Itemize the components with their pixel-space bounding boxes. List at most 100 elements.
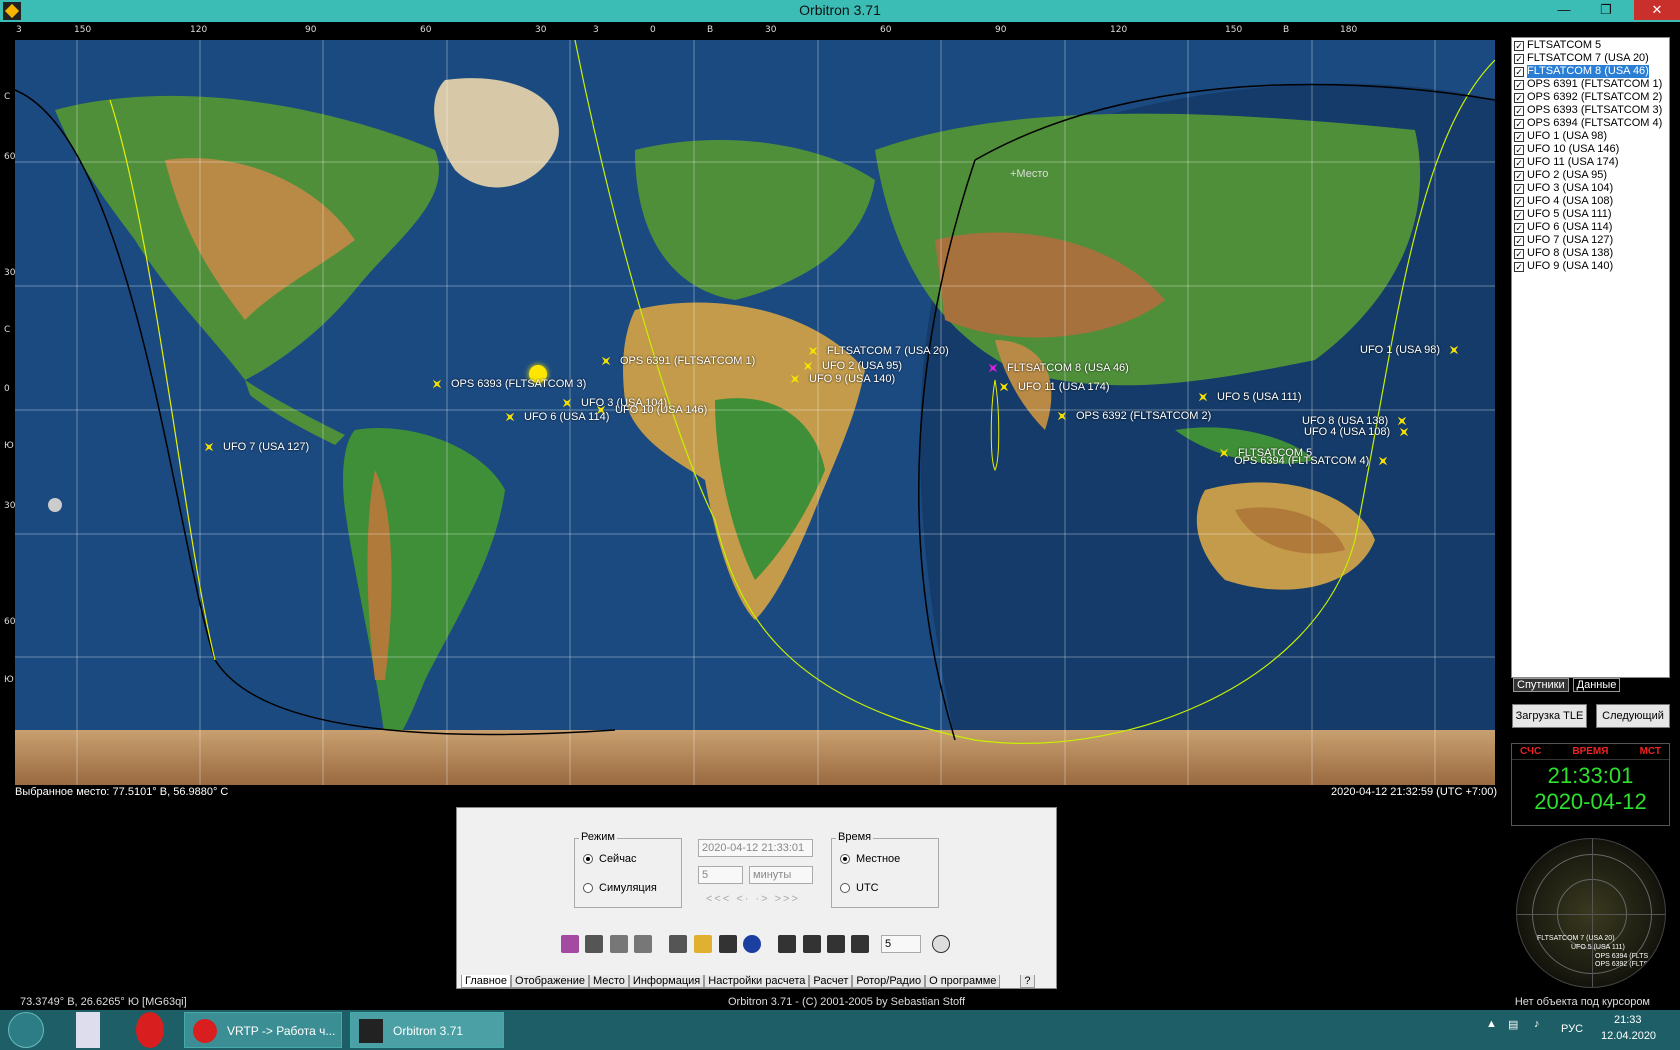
taskbar-app-orbitron[interactable]: Orbitron 3.71 (350, 1012, 504, 1048)
satellite-marker[interactable]: UFO 1 (USA 98) (1360, 344, 1468, 356)
satellite-list-item[interactable]: ✓ UFO 11 (USA 174) (1514, 156, 1667, 169)
save-icon[interactable] (719, 935, 737, 953)
checkbox[interactable]: ✓ (1514, 235, 1524, 246)
checkbox[interactable]: ✓ (1514, 92, 1524, 103)
main-tab[interactable]: Главное (461, 975, 512, 988)
checkbox[interactable]: ✓ (1514, 222, 1524, 233)
expand-icon[interactable] (851, 935, 869, 953)
dst-label[interactable]: СЧС (1520, 746, 1541, 757)
checkbox[interactable]: ✓ (1514, 209, 1524, 220)
camera-icon[interactable] (585, 935, 603, 953)
checkbox[interactable]: ✓ (1514, 53, 1524, 64)
satellite-list-item[interactable]: ✓ OPS 6393 (FLTSATCOM 3) (1514, 104, 1667, 117)
time-nav-buttons[interactable]: <<< <· ·> >>> (706, 893, 800, 905)
satellite-list-item[interactable]: ✓ UFO 4 (USA 108) (1514, 195, 1667, 208)
mst-label[interactable]: МСТ (1640, 746, 1661, 757)
book-icon[interactable] (561, 935, 579, 953)
time-local-radio[interactable]: Местное (840, 853, 900, 865)
place-marker[interactable]: +Место (1010, 168, 1048, 180)
satellite-marker[interactable]: UFO 10 (USA 146) (595, 404, 707, 416)
minimize-window-icon[interactable] (610, 935, 628, 953)
satellite-list-item[interactable]: ✓ FLTSATCOM 8 (USA 46) (1514, 65, 1667, 78)
satellite-marker[interactable]: OPS 6392 (FLTSATCOM 2) (1056, 410, 1211, 422)
satellite-marker[interactable]: UFO 2 (USA 95) (802, 360, 902, 372)
checkbox[interactable]: ✓ (1514, 183, 1524, 194)
satellite-list-item[interactable]: ✓ UFO 10 (USA 146) (1514, 143, 1667, 156)
checkbox[interactable]: ✓ (1514, 144, 1524, 155)
main-tab[interactable]: Информация (628, 975, 705, 988)
satellite-list-item[interactable]: ✓ OPS 6394 (FLTSATCOM 4) (1514, 117, 1667, 130)
main-tab[interactable]: Расчет (809, 975, 853, 988)
satellite-list-item[interactable]: ✓ UFO 9 (USA 140) (1514, 260, 1667, 273)
speed-select[interactable]: 5 (881, 935, 921, 953)
network-icon[interactable]: ▤ (1508, 1018, 1518, 1031)
sky-radar[interactable]: FLTSATCOM 7 (USA 20) UFO 5 (USA 111) OPS… (1516, 838, 1666, 988)
satellite-list-item[interactable]: ✓ UFO 2 (USA 95) (1514, 169, 1667, 182)
satellite-list-item[interactable]: ✓ OPS 6392 (FLTSATCOM 2) (1514, 91, 1667, 104)
tab-data[interactable]: Данные (1572, 678, 1621, 692)
main-tab[interactable]: Место (588, 975, 629, 988)
mode-now-radio[interactable]: Сейчас (583, 853, 637, 865)
layout-icon[interactable] (803, 935, 821, 953)
satellite-list[interactable]: ✓ FLTSATCOM 5 ✓ FLTSATCOM 7 (USA 20) ✓ FLTSAT… (1511, 37, 1670, 678)
step-unit-select[interactable]: минуты (749, 866, 813, 884)
satellite-list-item[interactable]: ✓ UFO 3 (USA 104) (1514, 182, 1667, 195)
main-tab[interactable]: ? (1020, 975, 1035, 988)
tab-satellites[interactable]: Спутники (1513, 678, 1569, 692)
checkbox[interactable]: ✓ (1514, 40, 1524, 51)
checkbox[interactable]: ✓ (1514, 105, 1524, 116)
tray-arrow-icon[interactable]: ▲ (1486, 1018, 1497, 1030)
main-tab[interactable]: Настройки расчета (704, 975, 810, 988)
satellite-list-item[interactable]: ✓ UFO 6 (USA 114) (1514, 221, 1667, 234)
keyboard-language[interactable]: РУС (1561, 1023, 1583, 1035)
checkbox[interactable]: ✓ (1514, 170, 1524, 181)
taskbar-time[interactable]: 21:33 (1614, 1014, 1642, 1026)
volume-icon[interactable]: ♪ (1534, 1018, 1540, 1030)
checkbox[interactable]: ✓ (1514, 79, 1524, 90)
satellite-marker[interactable]: OPS 6393 (FLTSATCOM 3) (431, 378, 586, 390)
taskbar-app-vrtp[interactable]: VRTP -> Работа ч... (184, 1012, 342, 1048)
opera-taskbar-icon[interactable] (136, 1012, 164, 1048)
satellite-marker[interactable]: UFO 7 (USA 127) (203, 441, 309, 453)
checkbox[interactable]: ✓ (1514, 131, 1524, 142)
time-utc-radio[interactable]: UTC (840, 882, 879, 894)
checkbox[interactable]: ✓ (1514, 66, 1524, 77)
satellite-marker[interactable]: OPS 6391 (FLTSATCOM 1) (600, 355, 755, 367)
satellite-marker[interactable]: UFO 5 (USA 111) (1197, 391, 1302, 403)
tools-icon[interactable] (669, 935, 687, 953)
main-tab[interactable]: Отображение (511, 975, 589, 988)
load-tle-button[interactable]: Загрузка TLE (1512, 704, 1587, 728)
checkbox[interactable]: ✓ (1514, 118, 1524, 129)
next-button[interactable]: Следующий (1596, 704, 1670, 728)
satellite-marker[interactable]: OPS 6394 (FLTSATCOM 4) (1234, 455, 1397, 467)
open-folder-icon[interactable] (694, 935, 712, 953)
satellite-marker[interactable]: UFO 4 (USA 108) (1304, 426, 1418, 438)
satellite-list-item[interactable]: ✓ UFO 7 (USA 127) (1514, 234, 1667, 247)
satellite-list-item[interactable]: ✓ FLTSATCOM 5 (1514, 39, 1667, 52)
step-value-field[interactable]: 5 (698, 866, 743, 884)
satellite-list-item[interactable]: ✓ FLTSATCOM 7 (USA 20) (1514, 52, 1667, 65)
checkbox[interactable]: ✓ (1514, 248, 1524, 259)
checkbox[interactable]: ✓ (1514, 196, 1524, 207)
mode-sim-radio[interactable]: Симуляция (583, 882, 657, 894)
satellite-marker-selected[interactable]: FLTSATCOM 8 (USA 46) (987, 362, 1129, 374)
info-icon[interactable] (743, 935, 761, 953)
clock-icon[interactable] (932, 935, 950, 953)
close-window-icon[interactable] (634, 935, 652, 953)
satellite-marker[interactable]: UFO 6 (USA 114) (504, 411, 609, 423)
main-tab[interactable]: Ротор/Радио (852, 975, 926, 988)
world-map[interactable]: +Место OPS 6391 (FLTSATCOM 1) OPS 6393 (… (15, 40, 1495, 785)
satellite-list-item[interactable]: ✓ OPS 6391 (FLTSATCOM 1) (1514, 78, 1667, 91)
checkbox[interactable]: ✓ (1514, 261, 1524, 272)
calculator-taskbar-icon[interactable] (76, 1012, 100, 1048)
satellite-list-item[interactable]: ✓ UFO 5 (USA 111) (1514, 208, 1667, 221)
satellite-list-item[interactable]: ✓ UFO 8 (USA 138) (1514, 247, 1667, 260)
satellite-marker[interactable]: FLTSATCOM 7 (USA 20) (807, 345, 949, 357)
satellite-list-item[interactable]: ✓ UFO 1 (USA 98) (1514, 130, 1667, 143)
satellite-marker[interactable]: UFO 9 (USA 140) (789, 373, 895, 385)
main-tab[interactable]: О программе (925, 975, 1001, 988)
checkbox[interactable]: ✓ (1514, 157, 1524, 168)
minimize-button[interactable]: — (1550, 0, 1578, 20)
sim-datetime-field[interactable]: 2020-04-12 21:33:01 (698, 839, 813, 857)
fullscreen-icon[interactable] (778, 935, 796, 953)
